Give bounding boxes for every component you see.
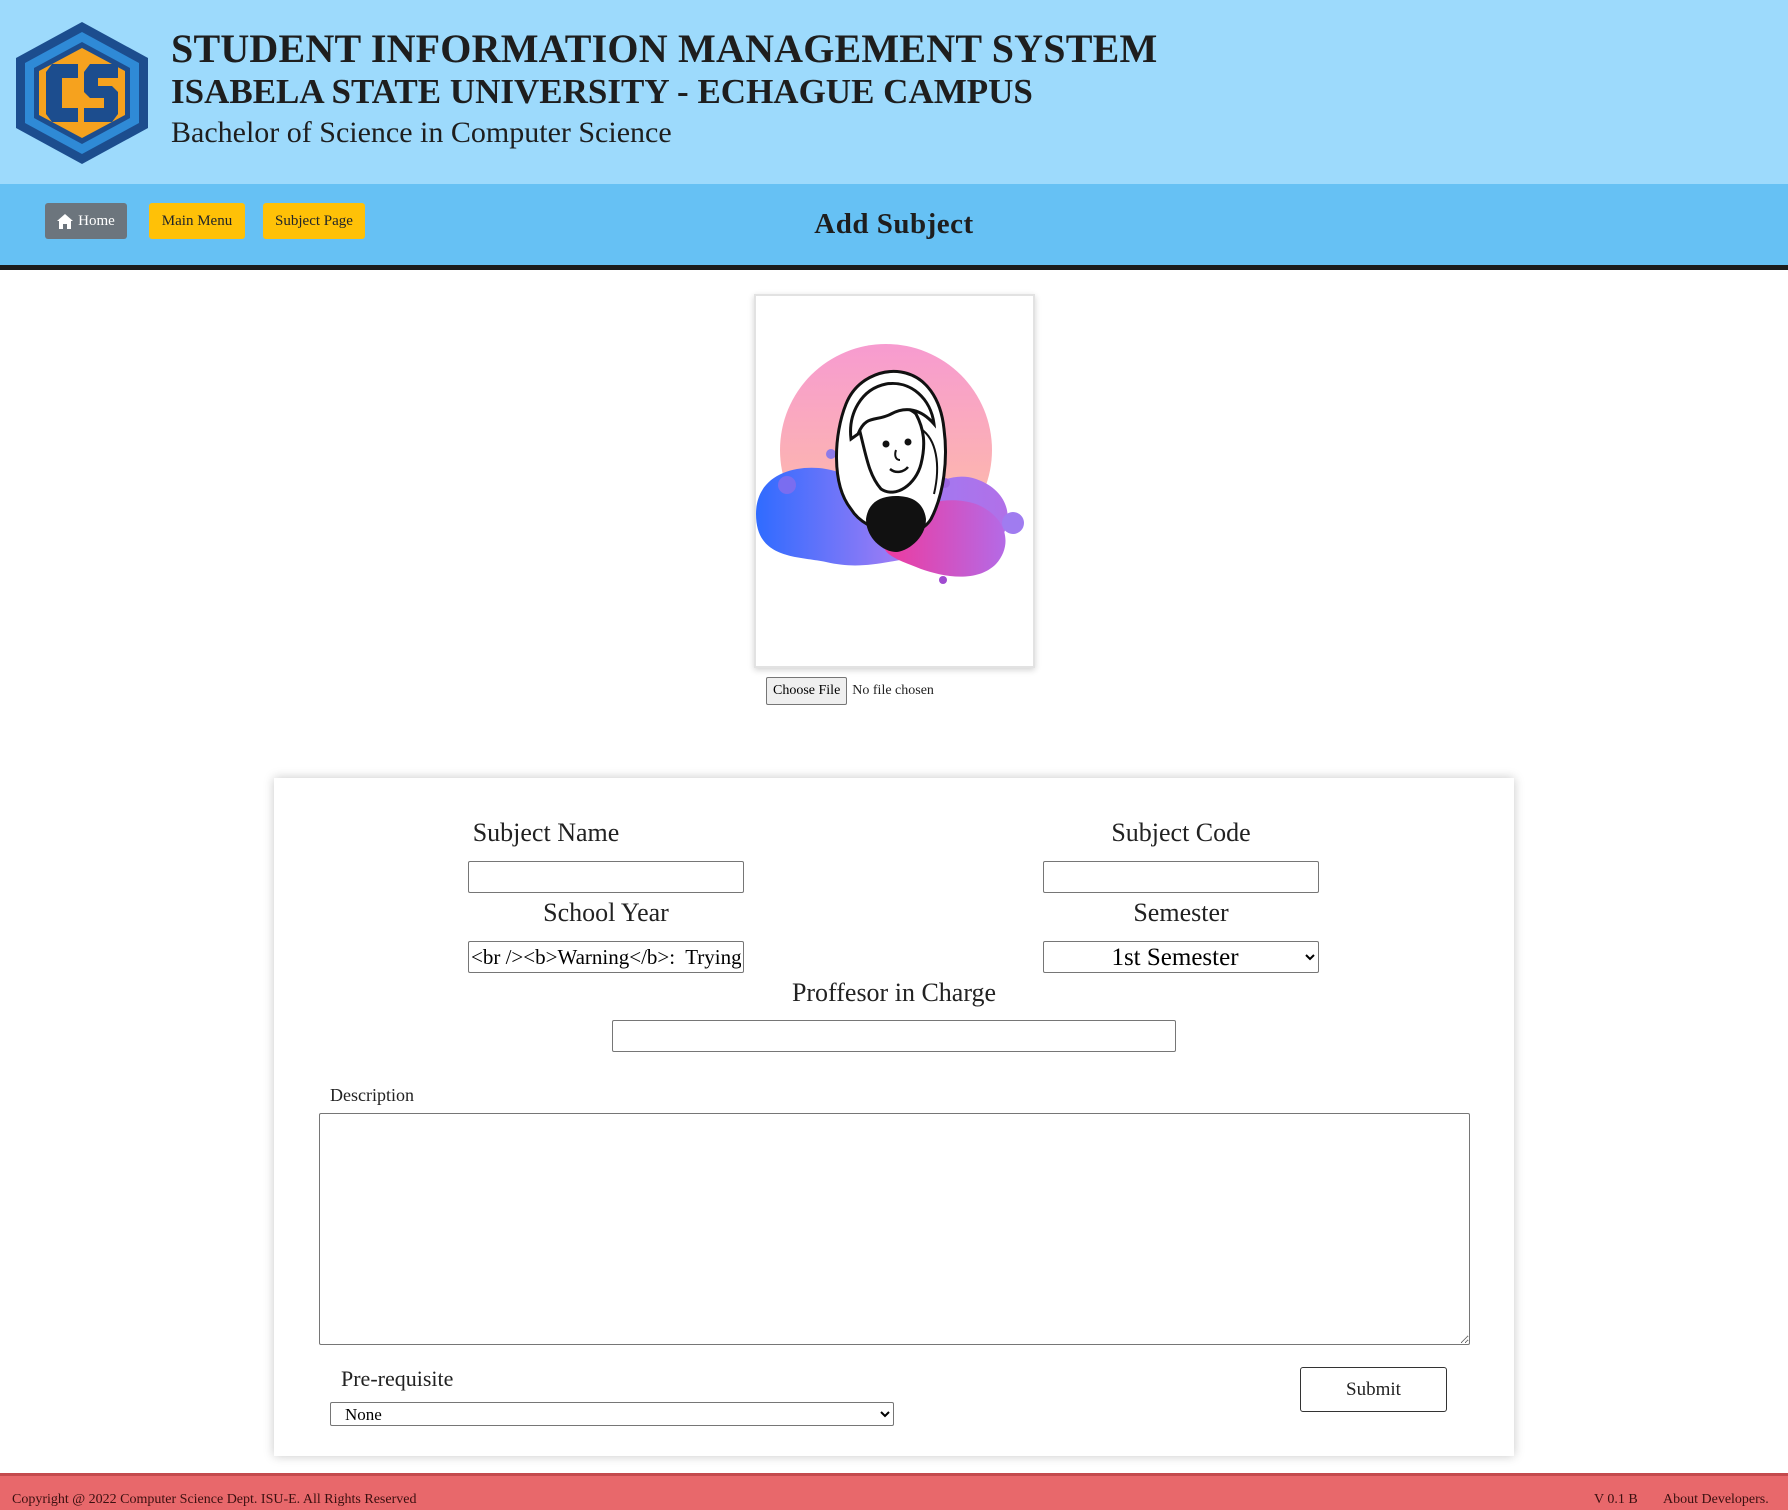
system-title: STUDENT INFORMATION MANAGEMENT SYSTEM [171, 26, 1158, 71]
subject-image-preview [754, 294, 1035, 668]
semester-select[interactable]: 1st Semester [1043, 941, 1319, 973]
semester-label: Semester [1133, 898, 1229, 927]
file-status-text: No file chosen [852, 683, 934, 698]
subject-name-label: Subject Name [472, 818, 620, 847]
school-year-label: School Year [543, 898, 669, 927]
school-year-input[interactable] [468, 941, 744, 973]
site-header: STUDENT INFORMATION MANAGEMENT SYSTEM IS… [0, 0, 1788, 184]
avatar-illustration-icon [756, 344, 1024, 584]
professor-input[interactable] [612, 1020, 1176, 1052]
subject-code-input[interactable] [1043, 861, 1319, 893]
file-upload-control: Choose File No file chosen [766, 677, 934, 705]
submit-button[interactable]: Submit [1300, 1367, 1447, 1412]
page-title: Add Subject [814, 208, 974, 240]
course-name: Bachelor of Science in Computer Science [171, 116, 672, 149]
site-footer: Copyright @ 2022 Computer Science Dept. … [0, 1473, 1788, 1510]
university-name: ISABELA STATE UNIVERSITY - ECHAGUE CAMPU… [171, 72, 1033, 111]
subject-code-label: Subject Code [1111, 818, 1251, 847]
description-label: Description [330, 1085, 414, 1105]
prerequisite-label: Pre-requisite [341, 1366, 454, 1391]
choose-file-button[interactable]: Choose File [766, 677, 848, 705]
description-textarea[interactable] [319, 1113, 1470, 1345]
cs-hexagon-logo-icon [16, 22, 148, 164]
add-subject-form: Subject Name Subject Code School Year Se… [274, 778, 1514, 1456]
copyright-text: Copyright @ 2022 Computer Science Dept. … [12, 1492, 417, 1507]
about-developers-link[interactable]: About Developers. [1663, 1492, 1769, 1508]
subject-name-input[interactable] [468, 861, 744, 893]
nav-bar: Home Main Menu Subject Page Add Subject [0, 184, 1788, 270]
prerequisite-select[interactable]: None [330, 1402, 894, 1426]
version-text: V 0.1 B [1594, 1492, 1638, 1507]
professor-label: Proffesor in Charge [791, 978, 997, 1007]
